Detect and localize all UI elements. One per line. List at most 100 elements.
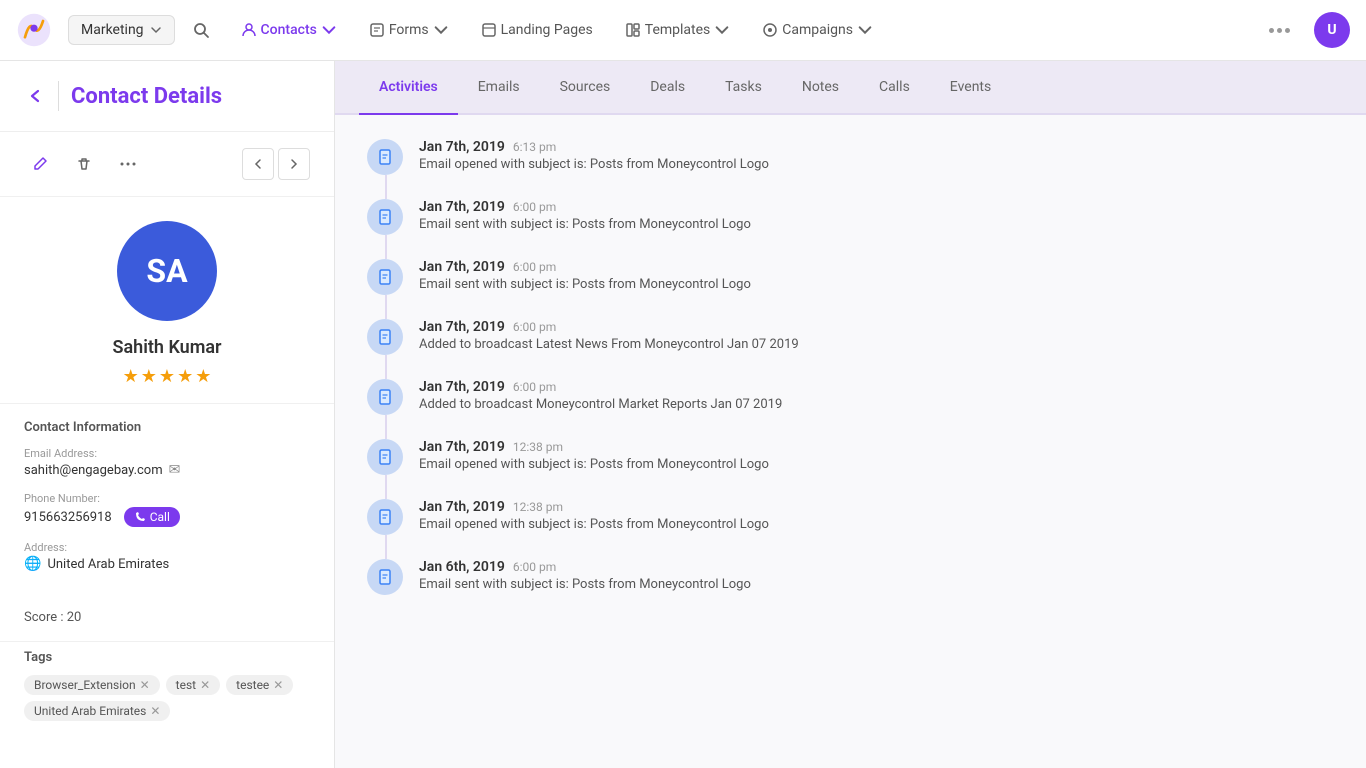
- star-4: ★: [177, 366, 193, 387]
- tags-title: Tags: [24, 650, 310, 665]
- tag-close-1[interactable]: ✕: [200, 678, 210, 692]
- tab-sources[interactable]: Sources: [540, 61, 631, 113]
- activity-date: Jan 7th, 2019 6:13 pm: [419, 139, 1334, 155]
- prev-contact-button[interactable]: [242, 148, 274, 180]
- document-icon: [377, 329, 393, 345]
- activity-timeline-line: [385, 535, 387, 559]
- activity-item: Jan 7th, 2019 6:00 pm Added to broadcast…: [367, 379, 1334, 415]
- activity-timeline-line: [385, 475, 387, 499]
- nav-item-landing-pages[interactable]: Landing Pages: [467, 14, 607, 46]
- tag-close-3[interactable]: ✕: [150, 704, 160, 718]
- tab-tasks[interactable]: Tasks: [705, 61, 782, 113]
- page-title: Contact Details: [71, 84, 222, 109]
- email-field: Email Address: sahith@engagebay.com ✉: [24, 447, 310, 478]
- nav-item-templates[interactable]: Templates: [611, 14, 745, 46]
- contacts-chevron-icon: [321, 22, 337, 38]
- search-icon: [192, 21, 210, 39]
- activity-date-main: Jan 7th, 2019: [419, 259, 505, 275]
- dot-1: [1269, 28, 1274, 33]
- activity-date: Jan 7th, 2019 12:38 pm: [419, 439, 1334, 455]
- activity-time: 6:00 pm: [513, 380, 556, 394]
- trash-icon: [76, 156, 92, 172]
- top-nav: Marketing Contacts Forms Landing Pages T…: [0, 0, 1366, 61]
- tag-3: United Arab Emirates ✕: [24, 701, 170, 721]
- main-content: ActivitiesEmailsSourcesDealsTasksNotesCa…: [335, 61, 1366, 768]
- back-button[interactable]: [24, 85, 46, 107]
- nav-item-contacts[interactable]: Contacts: [227, 14, 351, 46]
- activity-description: Added to broadcast Moneycontrol Market R…: [419, 397, 1334, 412]
- contact-rating: ★ ★ ★ ★ ★: [123, 366, 212, 387]
- address-field: Address: 🌐 United Arab Emirates: [24, 541, 310, 572]
- next-contact-button[interactable]: [278, 148, 310, 180]
- nav-item-campaigns[interactable]: Campaigns: [748, 14, 887, 46]
- activity-description: Email opened with subject is: Posts from…: [419, 457, 1334, 472]
- activity-date: Jan 7th, 2019 6:00 pm: [419, 259, 1334, 275]
- address-text: United Arab Emirates: [47, 557, 169, 572]
- search-button[interactable]: [183, 12, 219, 48]
- landing-pages-icon: [481, 22, 497, 38]
- tag-label: United Arab Emirates: [34, 704, 146, 718]
- tab-deals[interactable]: Deals: [630, 61, 705, 113]
- document-icon: [377, 149, 393, 165]
- nav-item-forms[interactable]: Forms: [355, 14, 463, 46]
- activity-icon: [367, 199, 403, 235]
- avatar-initials: SA: [146, 252, 187, 290]
- phone-text: 915663256918: [24, 510, 112, 525]
- workspace-label: Marketing: [81, 22, 144, 38]
- activity-date: Jan 6th, 2019 6:00 pm: [419, 559, 1334, 575]
- edit-button[interactable]: [24, 148, 56, 180]
- activity-timeline-line: [385, 235, 387, 259]
- globe-icon: 🌐: [24, 556, 41, 572]
- logo[interactable]: [16, 12, 52, 48]
- activity-body: Jan 7th, 2019 6:00 pm Email sent with su…: [419, 199, 1334, 232]
- contact-info-title: Contact Information: [24, 420, 310, 435]
- score-text: Score : 20: [24, 610, 310, 625]
- call-button[interactable]: Call: [124, 507, 180, 527]
- activity-list: Jan 7th, 2019 6:13 pm Email opened with …: [335, 115, 1366, 768]
- tabs-bar: ActivitiesEmailsSourcesDealsTasksNotesCa…: [335, 61, 1366, 115]
- tab-calls[interactable]: Calls: [859, 61, 930, 113]
- tab-events[interactable]: Events: [930, 61, 1011, 113]
- activity-body: Jan 7th, 2019 6:13 pm Email opened with …: [419, 139, 1334, 172]
- tags-section: Tags Browser_Extension✕test✕testee✕Unite…: [0, 641, 334, 737]
- page-layout: Contact Details SA: [0, 61, 1366, 768]
- activity-time: 6:00 pm: [513, 200, 556, 214]
- activity-icon: [367, 559, 403, 595]
- chevron-right-icon: [288, 158, 300, 170]
- star-5: ★: [195, 366, 211, 387]
- more-options-button[interactable]: [1261, 20, 1298, 41]
- activity-date: Jan 7th, 2019 6:00 pm: [419, 319, 1334, 335]
- user-avatar[interactable]: U: [1314, 12, 1350, 48]
- activity-time: 6:00 pm: [513, 560, 556, 574]
- phone-label: Phone Number:: [24, 492, 310, 505]
- delete-button[interactable]: [68, 148, 100, 180]
- dot-3: [1285, 28, 1290, 33]
- tab-activities[interactable]: Activities: [359, 61, 458, 113]
- activity-icon: [367, 439, 403, 475]
- activity-body: Jan 7th, 2019 6:00 pm Added to broadcast…: [419, 379, 1334, 412]
- tab-notes[interactable]: Notes: [782, 61, 859, 113]
- contacts-icon: [241, 22, 257, 38]
- header-divider: [58, 81, 59, 111]
- activity-item: Jan 7th, 2019 6:00 pm Added to broadcast…: [367, 319, 1334, 355]
- activity-item: Jan 6th, 2019 6:00 pm Email sent with su…: [367, 559, 1334, 595]
- more-actions-button[interactable]: [112, 148, 144, 180]
- activity-body: Jan 6th, 2019 6:00 pm Email sent with su…: [419, 559, 1334, 592]
- activity-time: 6:00 pm: [513, 320, 556, 334]
- activity-item: Jan 7th, 2019 12:38 pm Email opened with…: [367, 439, 1334, 475]
- tags-container: Browser_Extension✕test✕testee✕United Ara…: [24, 675, 310, 721]
- sidebar-actions: [0, 132, 334, 197]
- star-2: ★: [141, 366, 157, 387]
- workspace-selector[interactable]: Marketing: [68, 15, 175, 45]
- activity-description: Email opened with subject is: Posts from…: [419, 517, 1334, 532]
- tag-0: Browser_Extension✕: [24, 675, 160, 695]
- email-text: sahith@engagebay.com: [24, 463, 163, 478]
- activity-timeline-line: [385, 355, 387, 379]
- tag-close-2[interactable]: ✕: [273, 678, 283, 692]
- templates-icon: [625, 22, 641, 38]
- tag-close-0[interactable]: ✕: [140, 678, 150, 692]
- activity-date-main: Jan 7th, 2019: [419, 319, 505, 335]
- activity-description: Email sent with subject is: Posts from M…: [419, 577, 1334, 592]
- tab-emails[interactable]: Emails: [458, 61, 540, 113]
- document-icon: [377, 509, 393, 525]
